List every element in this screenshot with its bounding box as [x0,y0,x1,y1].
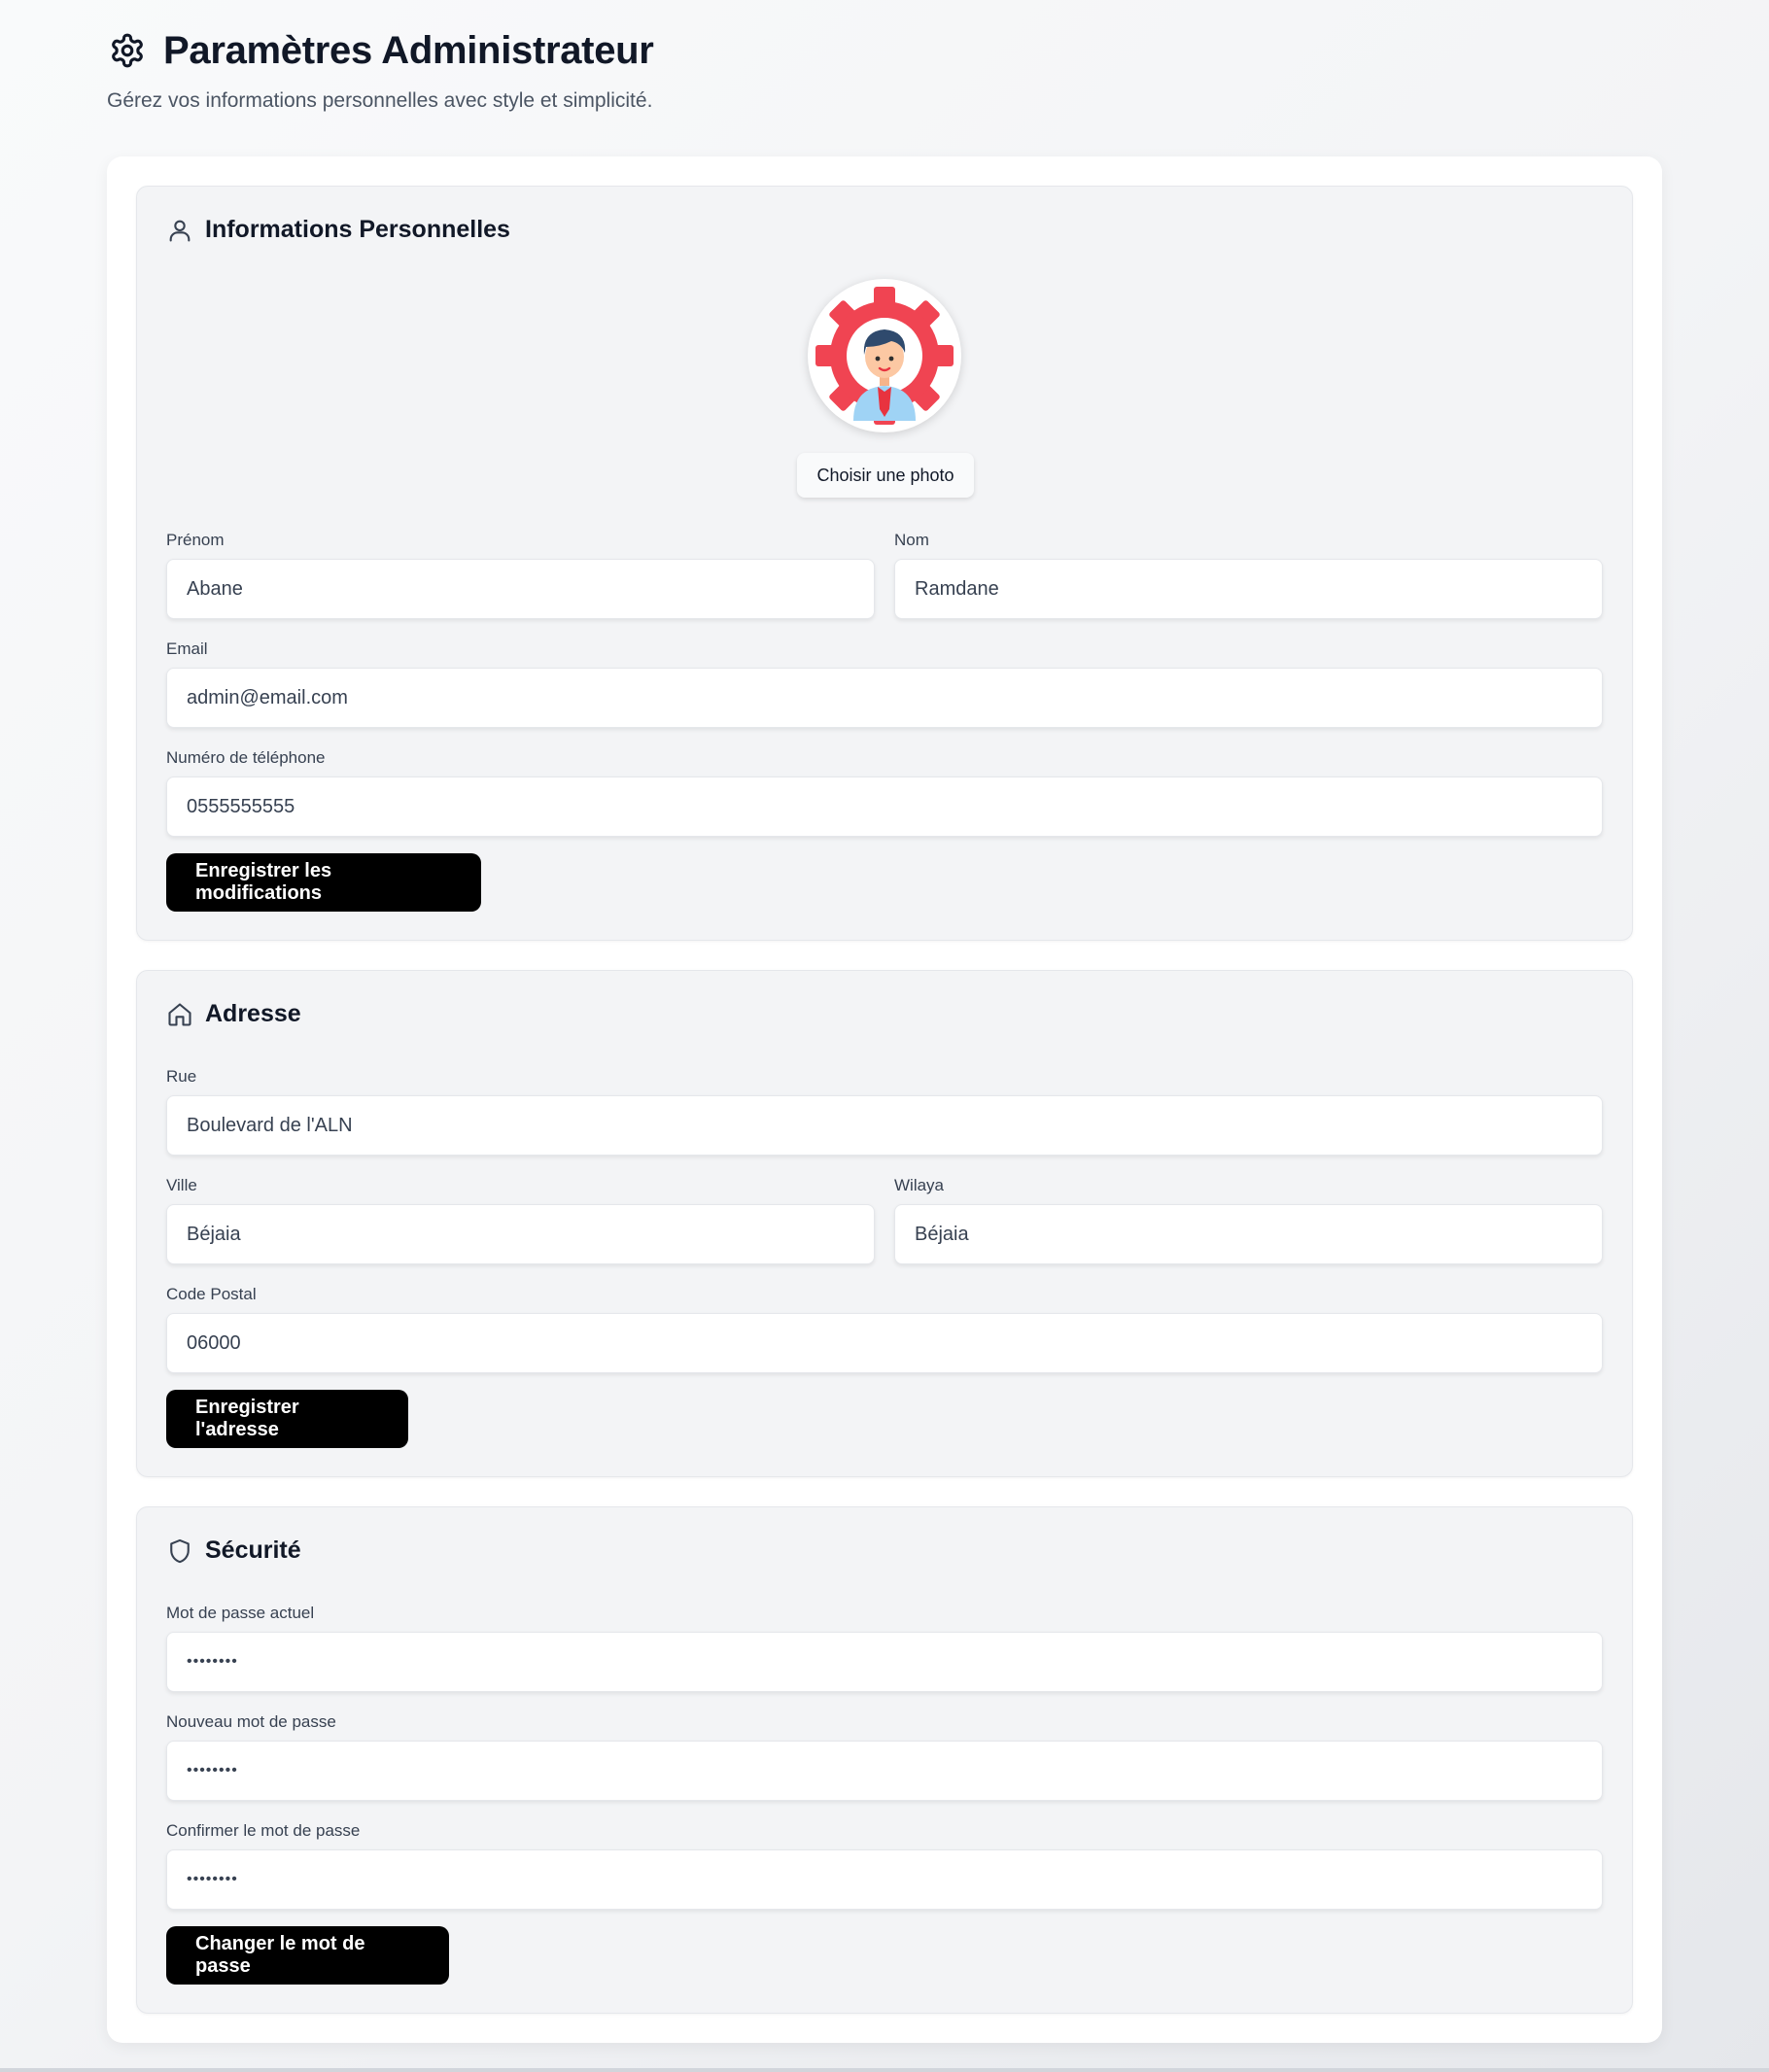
home-icon [166,1001,193,1028]
confirm-password-input[interactable]: •••••••• [166,1849,1603,1910]
shield-icon [166,1537,193,1565]
postal-code-label: Code Postal [166,1285,257,1303]
current-password-field: Mot de passe actuel •••••••• [166,1603,1603,1692]
phone-field: Numéro de téléphone 0555555555 [166,747,1603,837]
city-label: Ville [166,1176,197,1194]
wilaya-field: Wilaya Béjaia [894,1175,1603,1264]
new-password-label: Nouveau mot de passe [166,1712,336,1731]
save-address-button[interactable]: Enregistrer l'adresse [166,1390,408,1448]
confirm-password-field: Confirmer le mot de passe •••••••• [166,1820,1603,1910]
title-row: Paramètres Administrateur [107,29,1662,72]
page-title: Paramètres Administrateur [163,28,654,72]
address-section: Adresse Rue Boulevard de l'ALN Ville Béj… [136,970,1633,1477]
street-input[interactable]: Boulevard de l'ALN [166,1095,1603,1156]
current-password-label: Mot de passe actuel [166,1604,315,1622]
street-field: Rue Boulevard de l'ALN [166,1066,1603,1156]
first-name-input[interactable]: Abane [166,559,875,619]
security-section: Sécurité Mot de passe actuel •••••••• No… [136,1506,1633,2014]
choose-photo-button[interactable]: Choisir une photo [797,453,974,498]
city-field: Ville Béjaia [166,1175,875,1264]
personal-info-header: Informations Personnelles [166,216,510,244]
first-name-field: Prénom Abane [166,530,875,619]
address-title: Adresse [205,1000,301,1027]
city-input[interactable]: Béjaia [166,1204,875,1264]
last-name-label: Nom [894,531,929,549]
street-label: Rue [166,1067,197,1086]
change-password-button[interactable]: Changer le mot de passe [166,1926,449,1985]
email-input[interactable]: admin@email.com [166,668,1603,728]
confirm-password-label: Confirmer le mot de passe [166,1821,361,1840]
settings-card: Informations Personnelles Choisir une ph… [107,156,1662,2043]
security-header: Sécurité [166,1537,301,1565]
security-title: Sécurité [205,1537,301,1564]
new-password-input[interactable]: •••••••• [166,1741,1603,1801]
wilaya-label: Wilaya [894,1176,945,1194]
avatar[interactable] [808,279,961,432]
page-subtitle: Gérez vos informations personnelles avec… [107,89,653,112]
phone-input[interactable]: 0555555555 [166,777,1603,837]
phone-label: Numéro de téléphone [166,748,326,767]
email-label: Email [166,639,208,658]
last-name-field: Nom Ramdane [894,530,1603,619]
personal-info-title: Informations Personnelles [205,216,510,243]
current-password-input[interactable]: •••••••• [166,1632,1603,1692]
wilaya-input[interactable]: Béjaia [894,1204,1603,1264]
last-name-input[interactable]: Ramdane [894,559,1603,619]
settings-page: Paramètres Administrateur Gérez vos info… [107,0,1662,2043]
personal-info-section: Informations Personnelles Choisir une ph… [136,186,1633,941]
page-bottom-border [0,2068,1769,2072]
save-profile-button[interactable]: Enregistrer les modifications [166,853,481,912]
address-header: Adresse [166,1000,301,1028]
postal-code-input[interactable]: 06000 [166,1313,1603,1373]
postal-code-field: Code Postal 06000 [166,1284,1603,1373]
email-field: Email admin@email.com [166,639,1603,728]
gear-icon [109,32,146,69]
first-name-label: Prénom [166,531,225,549]
user-icon [166,217,193,244]
admin-avatar-image [815,287,954,425]
page-header: Paramètres Administrateur Gérez vos info… [107,0,1662,156]
new-password-field: Nouveau mot de passe •••••••• [166,1711,1603,1801]
